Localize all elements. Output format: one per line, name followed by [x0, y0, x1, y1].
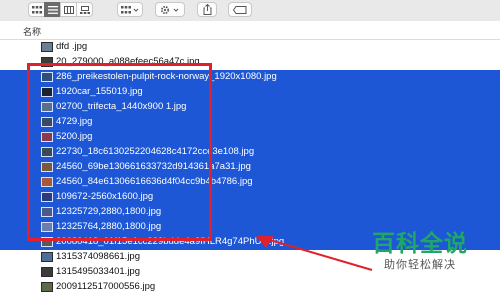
- file-name: 20_279000_a088efeec56a47c.jpg: [56, 56, 200, 67]
- watermark-title: 百科全说: [372, 231, 468, 257]
- list-view-icon: [47, 5, 58, 14]
- file-name: 2009112517000556.jpg: [56, 281, 156, 292]
- share-button[interactable]: [197, 2, 217, 17]
- file-row[interactable]: 22730_18c6130252204628c4172cce3e108.jpg: [0, 145, 500, 160]
- image-file-icon: [41, 117, 53, 127]
- image-file-icon: [41, 267, 53, 277]
- file-row[interactable]: 2009112517000556.jpg: [0, 280, 500, 295]
- list-view-button[interactable]: [44, 2, 61, 17]
- image-file-icon: [41, 177, 53, 187]
- file-name: 24560_84e61306616636d4f04cc9b4b4786.jpg: [56, 176, 253, 187]
- file-row[interactable]: 109672-2560x1600.jpg: [0, 190, 500, 205]
- image-file-icon: [41, 237, 53, 247]
- gallery-view-icon: [79, 5, 90, 14]
- file-name: 22730_18c6130252204628c4172cce3e108.jpg: [56, 146, 255, 157]
- file-name: 286_preikestolen-pulpit-rock-norway_1920…: [56, 71, 277, 82]
- column-header-bar: 名称: [0, 21, 500, 40]
- file-name: 1315495033401.jpg: [56, 266, 141, 277]
- watermark-subtitle: 助你轻松解决: [384, 258, 456, 271]
- file-name: 12325729,2880,1800.jpg: [56, 206, 162, 217]
- view-mode-switcher: [28, 2, 93, 17]
- image-file-icon: [41, 57, 53, 67]
- file-name: 24560_69be130661633732d914361a7a31.jpg: [56, 161, 251, 172]
- file-name: 1920car_155019.jpg: [56, 86, 143, 97]
- image-file-icon: [41, 87, 53, 97]
- file-row[interactable]: 286_preikestolen-pulpit-rock-norway_1920…: [0, 70, 500, 85]
- file-name: 20080418_01f15e1cc229bdde4a9fHLR4g74PhUO…: [56, 236, 285, 247]
- image-file-icon: [41, 252, 53, 262]
- image-file-icon: [41, 147, 53, 157]
- gallery-view-button[interactable]: [76, 2, 93, 17]
- file-name: 109672-2560x1600.jpg: [56, 191, 154, 202]
- gear-icon: [160, 5, 179, 14]
- file-row[interactable]: dfd .jpg: [0, 40, 500, 55]
- name-column-header[interactable]: 名称: [23, 25, 41, 38]
- image-file-icon: [41, 42, 53, 52]
- file-name: 02700_trifecta_1440x900 1.jpg: [56, 101, 187, 112]
- file-name: 4729.jpg: [56, 116, 93, 127]
- file-row[interactable]: 20_279000_a088efeec56a47c.jpg: [0, 55, 500, 70]
- finder-toolbar: [0, 0, 500, 22]
- file-row[interactable]: 1920car_155019.jpg: [0, 85, 500, 100]
- column-view-icon: [63, 5, 74, 14]
- file-name: 12325764,2880,1800.jpg: [56, 221, 162, 232]
- image-file-icon: [41, 162, 53, 172]
- file-row[interactable]: 12325729,2880,1800.jpg: [0, 205, 500, 220]
- file-row[interactable]: 24560_69be130661633732d914361a7a31.jpg: [0, 160, 500, 175]
- icon-view-icon: [31, 5, 42, 13]
- file-row[interactable]: 02700_trifecta_1440x900 1.jpg: [0, 100, 500, 115]
- image-file-icon: [41, 72, 53, 82]
- file-name: dfd .jpg: [56, 41, 88, 52]
- tag-button[interactable]: [228, 2, 252, 17]
- file-name: 5200.jpg: [56, 131, 93, 142]
- group-grid-icon: [121, 5, 139, 13]
- icon-view-button[interactable]: [28, 2, 45, 17]
- group-by-button[interactable]: [117, 2, 143, 17]
- column-view-button[interactable]: [60, 2, 77, 17]
- image-file-icon: [41, 222, 53, 232]
- image-file-icon: [41, 132, 53, 142]
- image-file-icon: [41, 102, 53, 112]
- image-file-icon: [41, 207, 53, 217]
- share-icon: [203, 4, 211, 15]
- file-row[interactable]: 24560_84e61306616636d4f04cc9b4b4786.jpg: [0, 175, 500, 190]
- image-file-icon: [41, 192, 53, 202]
- action-button[interactable]: [155, 2, 185, 17]
- file-name: 1315374098661.jpg: [56, 251, 141, 262]
- file-row[interactable]: 4729.jpg: [0, 115, 500, 130]
- file-row[interactable]: 5200.jpg: [0, 130, 500, 145]
- tag-icon: [233, 5, 247, 14]
